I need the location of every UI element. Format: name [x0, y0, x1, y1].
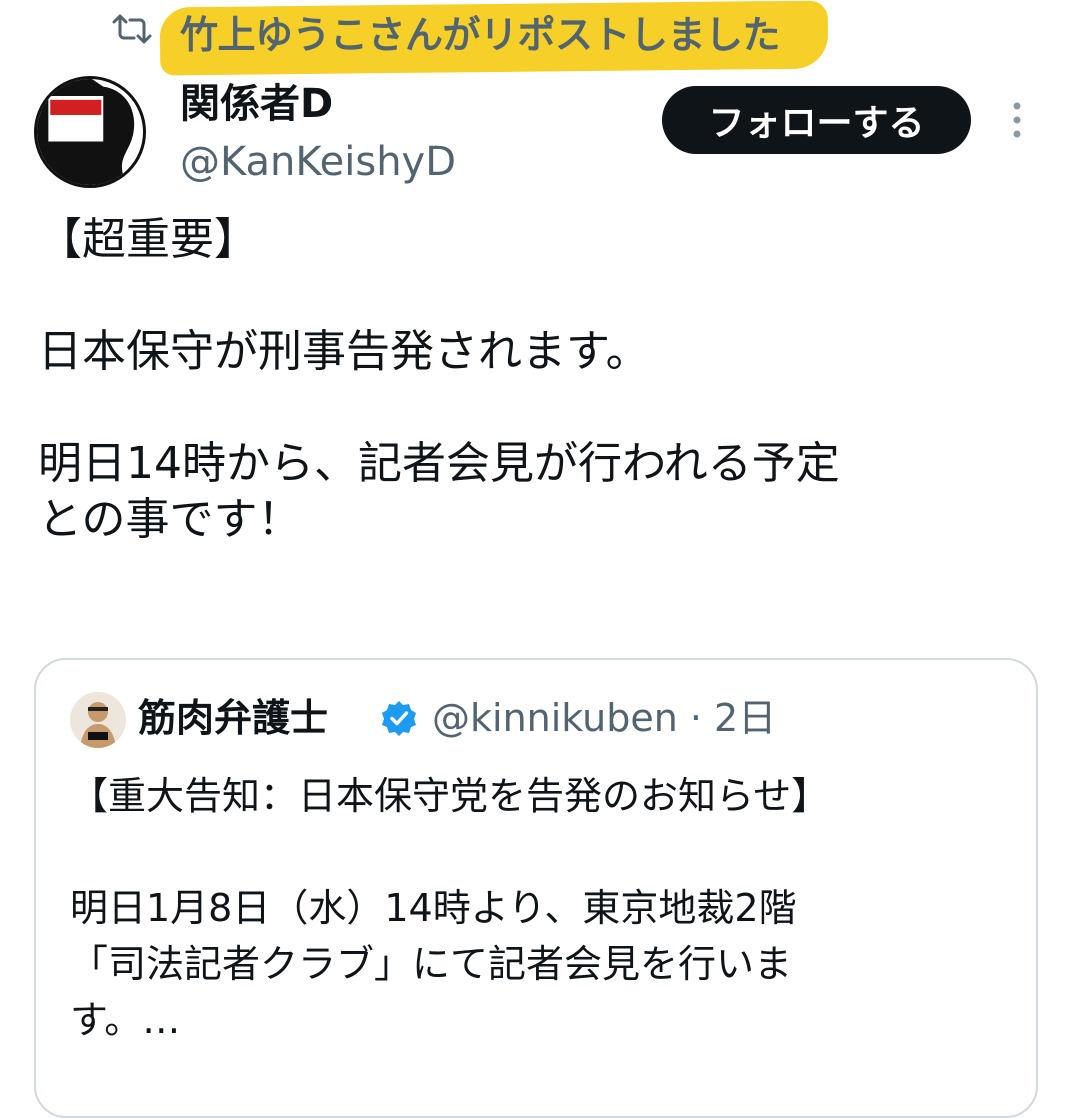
- quoted-avatar[interactable]: [70, 692, 126, 748]
- author-handle[interactable]: @KanKeishyD: [180, 138, 456, 186]
- more-vertical-icon[interactable]: [1004, 98, 1030, 142]
- quoted-handle-time[interactable]: @kinnikuben · 2日: [432, 694, 776, 742]
- avatar-image: [37, 79, 135, 185]
- avatar[interactable]: [34, 76, 146, 188]
- quoted-tweet-text: 【重大告知：日本保守党を告発のお知らせ】 明日1月8日（水）14時より、東京地裁…: [70, 774, 830, 1042]
- quoted-author-name[interactable]: 筋肉弁護士: [138, 694, 328, 742]
- repost-label[interactable]: 竹上ゆうこさんがリポストしました: [180, 12, 781, 58]
- author-name[interactable]: 関係者D: [180, 80, 333, 128]
- follow-button[interactable]: フォローする: [662, 86, 971, 154]
- tweet-text: 【超重要】 日本保守が刑事告発されます。 明日14時から、記者会見が行われる予定…: [38, 214, 840, 545]
- verified-badge-icon: [382, 701, 416, 736]
- repost-icon: [112, 14, 152, 44]
- quoted-avatar-image: [70, 692, 126, 748]
